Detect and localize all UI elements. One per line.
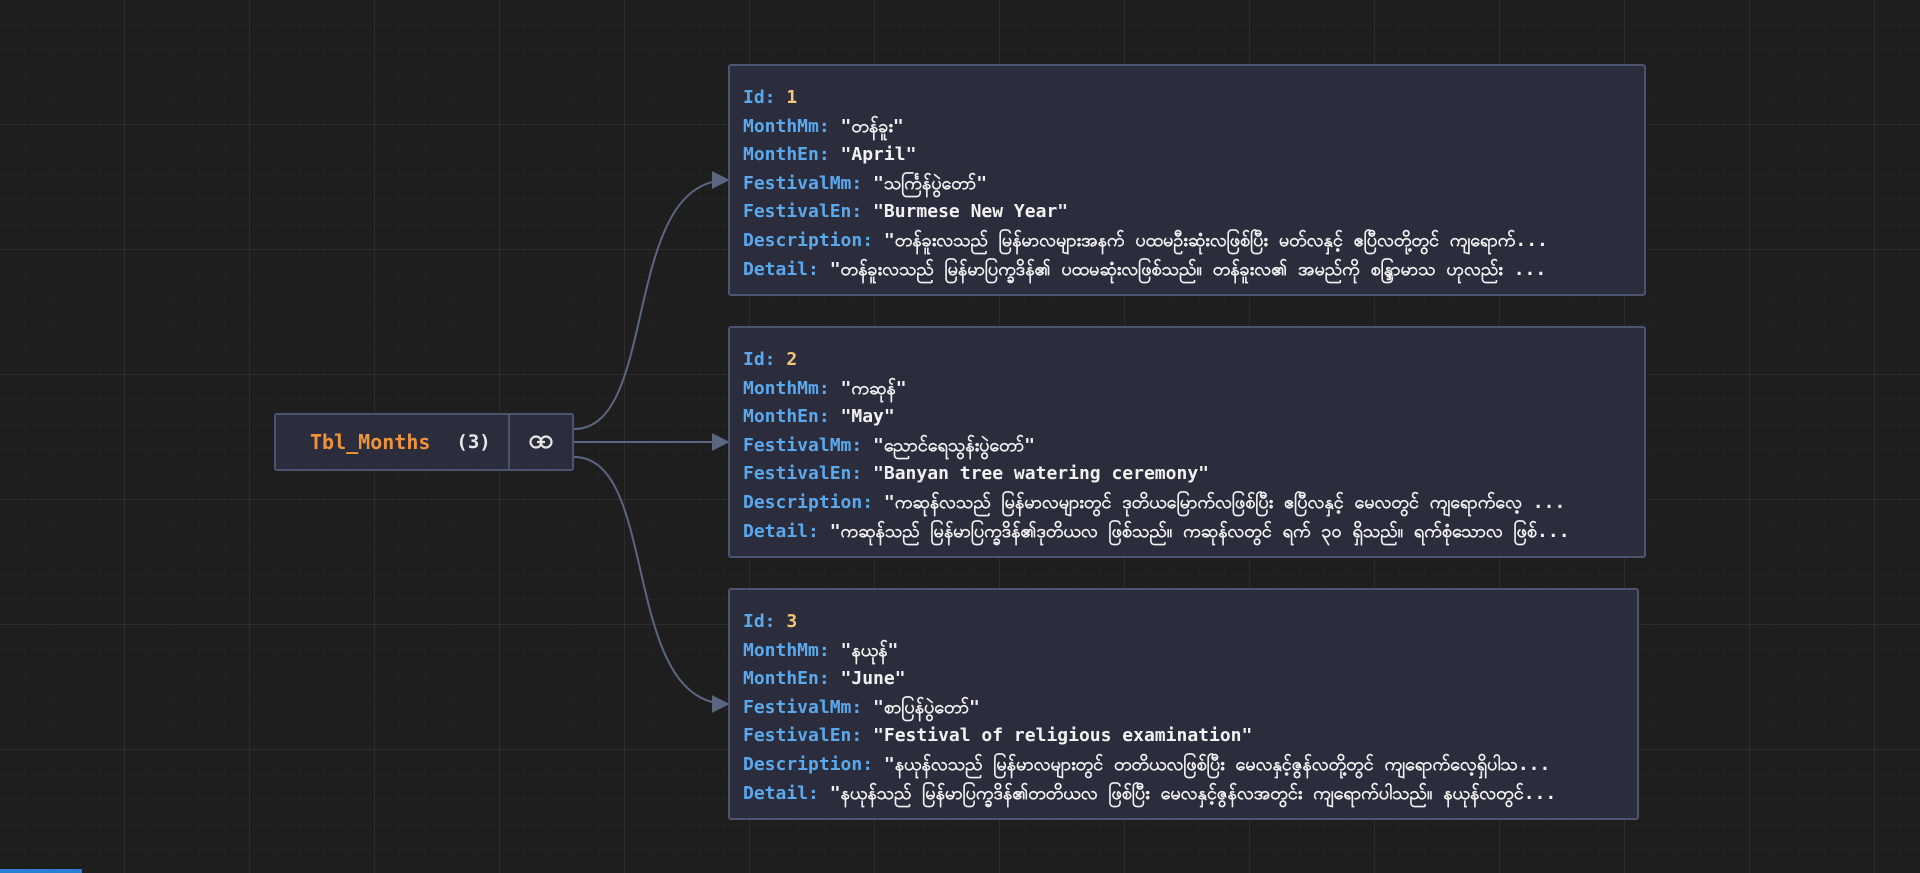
field-detail: Detail: "တန်ခူးလသည် မြန်မာပြက္ခဒိန်၏ ပထမ… — [743, 258, 1547, 280]
record-count: (3) — [456, 431, 491, 453]
id-value: 2 — [786, 349, 798, 370]
month-mm-value: "ကဆုန်" — [840, 377, 907, 399]
field-detail: Detail: "နယုန်သည် မြန်မာပြက္ခဒိန်၏တတိယလ … — [743, 782, 1557, 804]
record-card[interactable]: Id: 1 MonthMm: "တန်ခူး" MonthEn: "April"… — [728, 64, 1646, 296]
link-icon — [529, 435, 553, 449]
festival-mm-value: "စာပြန်ပွဲတော်" — [873, 696, 980, 718]
field-id: Id: 3 — [743, 611, 798, 632]
record-card[interactable]: Id: 2 MonthMm: "ကဆုန်" MonthEn: "May" Fe… — [728, 326, 1646, 558]
detail-value: "ကဆုန်သည် မြန်မာပြက္ခဒိန်၏ဒုတိယလ ဖြစ်သည်… — [829, 520, 1570, 542]
field-month-mm: MonthMm: "နယုန်" — [743, 639, 899, 661]
month-mm-value: "တန်ခူး" — [840, 115, 904, 137]
table-node[interactable]: Tbl_Months (3) — [274, 413, 574, 471]
field-description: Description: "တန်ခူးလသည် မြန်မာလများအနက်… — [743, 229, 1548, 251]
festival-en-value: "Burmese New Year" — [873, 201, 1069, 223]
field-detail: Detail: "ကဆုန်သည် မြန်မာပြက္ခဒိန်၏ဒုတိယလ… — [743, 520, 1570, 542]
month-en-value: "April" — [840, 144, 917, 166]
description-value: "တန်ခူးလသည် မြန်မာလများအနက် ပထမဦးဆုံးလဖြ… — [883, 229, 1548, 251]
field-id: Id: 2 — [743, 349, 798, 370]
id-value: 3 — [786, 611, 798, 632]
field-month-mm: MonthMm: "ကဆုန်" — [743, 377, 907, 399]
table-name: Tbl_Months — [310, 430, 431, 454]
id-value: 1 — [786, 87, 798, 108]
field-description: Description: "နယုန်လသည် မြန်မာလများတွင် … — [743, 753, 1551, 775]
edge-to-record-1 — [573, 171, 730, 430]
field-month-en: MonthEn: "April" — [743, 144, 917, 166]
festival-en-value: "Festival of religious examination" — [873, 725, 1253, 747]
month-en-value: "May" — [840, 406, 895, 428]
festival-mm-value: "သင်္ကြန်ပွဲတော်" — [873, 172, 988, 194]
field-id: Id: 1 — [743, 87, 798, 108]
description-value: "နယုန်လသည် မြန်မာလများတွင် တတိယလဖြစ်ပြီး… — [883, 753, 1551, 775]
progress-bar — [0, 869, 82, 873]
edge-to-record-3 — [573, 456, 730, 713]
field-festival-en: FestivalEn: "Burmese New Year" — [743, 201, 1069, 223]
description-value: "ကဆုန်လသည် မြန်မာလများတွင် ဒုတိယမြောက်လဖ… — [883, 491, 1566, 513]
detail-value: "နယုန်သည် မြန်မာပြက္ခဒိန်၏တတိယလ ဖြစ်ပြီး… — [829, 782, 1557, 804]
record-card[interactable]: Id: 3 MonthMm: "နယုန်" MonthEn: "June" F… — [728, 588, 1639, 820]
festival-en-value: "Banyan tree watering ceremony" — [873, 463, 1209, 485]
detail-value: "တန်ခူးလသည် မြန်မာပြက္ခဒိန်၏ ပထမဆုံးလဖြစ… — [829, 258, 1547, 280]
field-festival-mm: FestivalMm: "ညောင်ရေသွန်းပွဲတော်" — [743, 434, 1035, 456]
field-festival-mm: FestivalMm: "စာပြန်ပွဲတော်" — [743, 696, 980, 718]
field-month-en: MonthEn: "May" — [743, 406, 895, 428]
festival-mm-value: "ညောင်ရေသွန်းပွဲတော်" — [873, 434, 1035, 456]
field-festival-en: FestivalEn: "Festival of religious exami… — [743, 725, 1253, 747]
month-mm-value: "နယုန်" — [840, 639, 899, 661]
field-month-en: MonthEn: "June" — [743, 668, 906, 690]
field-month-mm: MonthMm: "တန်ခူး" — [743, 115, 904, 137]
month-en-value: "June" — [840, 668, 906, 690]
link-button[interactable] — [508, 415, 572, 469]
field-description: Description: "ကဆုန်လသည် မြန်မာလများတွင် … — [743, 491, 1566, 513]
field-festival-en: FestivalEn: "Banyan tree watering ceremo… — [743, 463, 1209, 485]
field-festival-mm: FestivalMm: "သင်္ကြန်ပွဲတော်" — [743, 172, 988, 194]
